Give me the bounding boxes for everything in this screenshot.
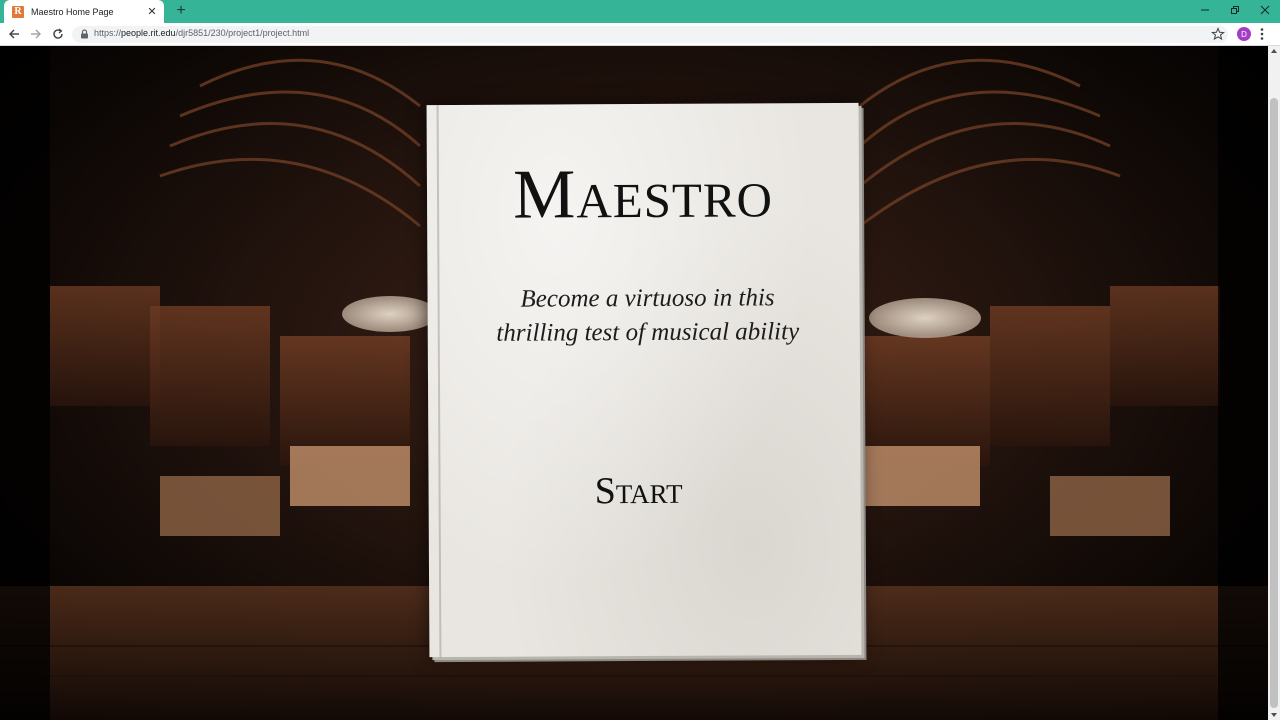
minimize-icon (1201, 9, 1209, 11)
restore-button[interactable] (1220, 0, 1250, 20)
back-arrow-icon (9, 29, 19, 39)
reload-button[interactable] (49, 25, 67, 43)
close-icon (1260, 5, 1270, 15)
game-title: Maestro (512, 155, 774, 234)
url-path: /djr5851/230/project1/project.html (175, 28, 310, 38)
menu-dots-icon[interactable] (1258, 27, 1266, 41)
reload-icon (53, 28, 63, 39)
lock-icon (81, 29, 88, 39)
new-tab-button[interactable]: + (172, 2, 190, 20)
close-window-button[interactable] (1250, 0, 1280, 20)
url-text: https://people.rit.edu/djr5851/230/proje… (94, 28, 309, 38)
url-host: people.rit.edu (121, 28, 176, 38)
tagline-line-2: thrilling test of musical ability (496, 318, 800, 347)
site-favicon-icon: R (12, 5, 24, 18)
scroll-down-arrow[interactable] (1268, 710, 1280, 720)
page-scrollbar[interactable] (1268, 46, 1280, 720)
tab-close-icon[interactable]: ✕ (146, 5, 158, 18)
scroll-thumb[interactable] (1270, 98, 1278, 708)
minimize-button[interactable] (1190, 0, 1220, 20)
browser-toolbar: https://people.rit.edu/djr5851/230/proje… (0, 23, 1280, 46)
scroll-up-icon (1271, 49, 1277, 53)
restore-icon (1231, 6, 1239, 14)
window-controls (1190, 0, 1280, 23)
address-bar[interactable]: https://people.rit.edu/djr5851/230/proje… (72, 26, 1228, 43)
bookmark-star-icon[interactable] (1211, 27, 1225, 41)
profile-avatar[interactable]: D (1237, 27, 1251, 41)
forward-button[interactable] (27, 25, 45, 43)
scroll-up-arrow[interactable] (1268, 46, 1280, 56)
game-tagline: Become a virtuoso in this thrilling test… (447, 281, 847, 351)
back-button[interactable] (5, 25, 23, 43)
browser-tab[interactable]: R Maestro Home Page ✕ (4, 0, 164, 23)
forward-arrow-icon (31, 29, 41, 39)
url-scheme: https:// (94, 28, 122, 38)
browser-title-bar: R Maestro Home Page ✕ + (0, 0, 1280, 23)
tagline-line-1: Become a virtuoso in this (520, 284, 775, 313)
title-book-cover: Maestro Become a virtuoso in this thrill… (426, 102, 862, 658)
start-button[interactable]: Start (428, 470, 848, 512)
tab-title: Maestro Home Page (31, 6, 114, 17)
page-viewport: Maestro Become a virtuoso in this thrill… (0, 46, 1268, 720)
scroll-down-icon (1271, 713, 1277, 717)
